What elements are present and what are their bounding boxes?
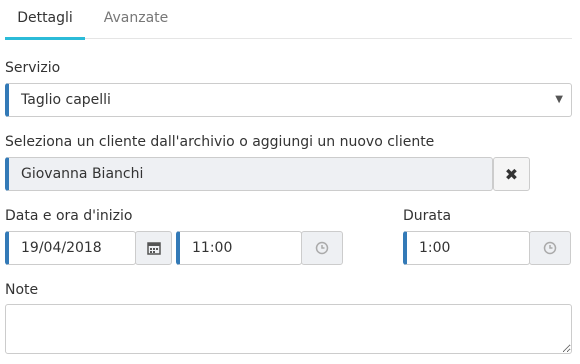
time-field[interactable]: 11:00	[176, 231, 302, 265]
time-button[interactable]	[301, 231, 343, 265]
calendar-icon	[146, 242, 161, 255]
service-value: Taglio capelli	[21, 92, 111, 108]
start-label: Data e ora d'inizio	[5, 208, 133, 224]
date-field[interactable]: 19/04/2018	[5, 231, 136, 265]
time-value: 11:00	[192, 240, 233, 256]
client-field[interactable]: Giovanna Bianchi	[5, 157, 493, 191]
duration-value: 1:00	[419, 240, 451, 256]
duration-label: Durata	[403, 208, 452, 224]
clock-icon	[543, 241, 557, 255]
note-textarea[interactable]	[5, 304, 572, 354]
tab-avanzate[interactable]: Avanzate	[91, 0, 181, 38]
client-value: Giovanna Bianchi	[21, 166, 144, 182]
close-icon: ✖	[504, 164, 519, 184]
clear-client-button[interactable]: ✖	[493, 157, 530, 191]
clock-icon	[315, 241, 329, 255]
chevron-down-icon: ▼	[555, 94, 563, 105]
service-label: Servizio	[5, 60, 61, 76]
calendar-button[interactable]	[135, 231, 172, 265]
duration-button[interactable]	[529, 231, 571, 265]
tab-dettagli[interactable]: Dettagli	[5, 0, 85, 40]
date-value: 19/04/2018	[21, 240, 102, 256]
client-label: Seleziona un cliente dall'archivio o agg…	[5, 134, 435, 150]
duration-field[interactable]: 1:00	[403, 231, 530, 265]
tabs: Dettagli Avanzate	[5, 0, 572, 40]
service-select[interactable]: Taglio capelli ▼	[5, 83, 572, 117]
note-label: Note	[5, 282, 39, 298]
